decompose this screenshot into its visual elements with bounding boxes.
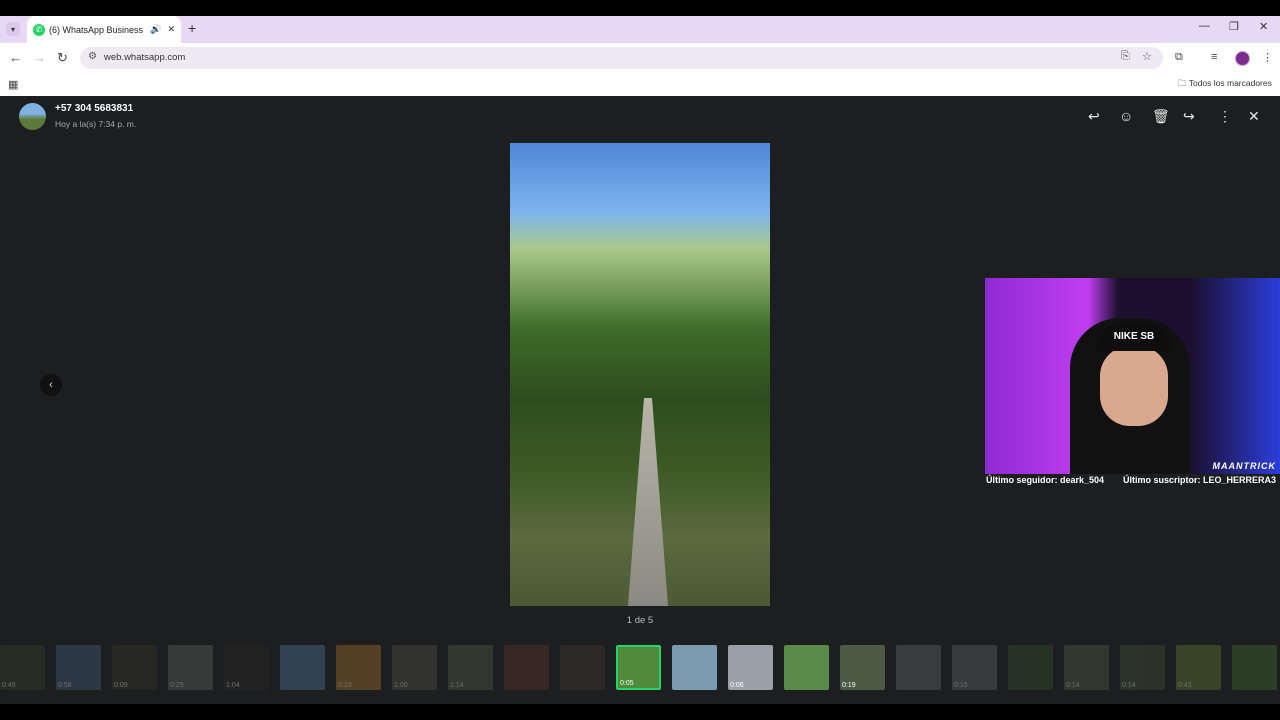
delete-icon[interactable]: 🗑: [1152, 108, 1170, 125]
media-thumbnail[interactable]: 0:43: [1176, 645, 1221, 690]
extensions-icon[interactable]: ⧉: [1175, 51, 1183, 64]
media-thumbnail[interactable]: 0:23: [336, 645, 381, 690]
address-bar[interactable]: ⚙ web.whatsapp.com ⎘ ☆: [80, 47, 1163, 69]
minimize-icon[interactable]: —: [1199, 20, 1210, 32]
media-counter: 1 de 5: [626, 615, 654, 626]
restore-icon[interactable]: ❐: [1229, 20, 1239, 33]
media-thumbnail[interactable]: 0:05: [616, 645, 661, 690]
message-timestamp: Hoy a la(s) 7:34 p. m.: [55, 119, 137, 129]
all-bookmarks[interactable]: 🗀 Todos los marcadores: [1178, 78, 1272, 92]
media-thumbnail[interactable]: 0:19: [840, 645, 885, 690]
thumbnail-duration: 1:00: [394, 682, 408, 689]
site-info-icon[interactable]: ⚙: [88, 51, 97, 62]
thumbnail-duration: 1:04: [226, 682, 240, 689]
speaker-icon[interactable]: 🔊: [150, 24, 161, 35]
media-thumbnail[interactable]: 1:04: [224, 645, 269, 690]
profile-avatar[interactable]: [1235, 51, 1250, 66]
url-text[interactable]: web.whatsapp.com: [104, 52, 185, 63]
thumbnail-duration: 0:15: [954, 682, 968, 689]
thumbnail-duration: 0:29: [170, 682, 184, 689]
bookmarks-label: Todos los marcadores: [1188, 78, 1272, 88]
forward-icon[interactable]: →: [33, 50, 46, 65]
reply-icon[interactable]: ↩: [1088, 108, 1100, 125]
media-thumbnail[interactable]: [672, 645, 717, 690]
browser-tab-strip: ▾ ✆ (6) WhatsApp Business 🔊 ✕ + — ❐ ✕: [0, 16, 1280, 43]
thumbnail-duration: 0:05: [620, 680, 634, 687]
thumbnail-duration: 0:23: [338, 682, 352, 689]
thumbnail-duration: 0:06: [730, 682, 744, 689]
streamer-face: [1100, 346, 1168, 426]
media-thumbnail[interactable]: 0:06: [728, 645, 773, 690]
bookmarks-bar: ▦ 🗀 Todos los marcadores: [0, 73, 1280, 96]
screen-bottom-bar: [0, 704, 1280, 720]
avatar[interactable]: [19, 103, 46, 130]
whatsapp-icon: ✆: [33, 23, 45, 36]
media-thumbnail[interactable]: 0:14: [1120, 645, 1165, 690]
close-icon[interactable]: ✕: [1248, 108, 1260, 125]
stream-stats: Último seguidor: deark_504 Último suscri…: [985, 474, 1280, 488]
close-window-icon[interactable]: ✕: [1259, 20, 1268, 33]
thumbnail-duration: 1:14: [450, 682, 464, 689]
thumbnail-duration: 0:49: [2, 682, 16, 689]
cap-logo: NIKE SB: [1097, 323, 1171, 351]
thumbnail-duration: 0:09: [114, 682, 128, 689]
last-follower: Último seguidor: deark_504: [986, 475, 1105, 485]
reload-icon[interactable]: ↻: [57, 50, 68, 66]
media-thumbnail[interactable]: [1008, 645, 1053, 690]
webcam-overlay: NIKE SB MAANTRICK: [985, 278, 1280, 474]
media-thumbnail[interactable]: [280, 645, 325, 690]
trail-shape: [628, 398, 668, 606]
folder-icon: 🗀: [1178, 78, 1189, 88]
screen-top-bar: [0, 0, 1280, 16]
media-thumbnail[interactable]: 1:00: [392, 645, 437, 690]
tab-search-button[interactable]: ▾: [6, 22, 20, 36]
previous-media-button[interactable]: ‹: [40, 374, 62, 396]
media-thumbnail[interactable]: [896, 645, 941, 690]
new-tab-button[interactable]: +: [188, 20, 196, 36]
stream-brand: MAANTRICK: [1212, 461, 1276, 471]
back-icon[interactable]: ←: [9, 50, 22, 65]
thumbnail-duration: 0:14: [1122, 682, 1136, 689]
forward-icon[interactable]: ↪: [1183, 108, 1195, 125]
apps-grid-icon[interactable]: ▦: [8, 78, 18, 91]
media-thumbnail[interactable]: 0:14: [1064, 645, 1109, 690]
media-image[interactable]: [510, 143, 770, 606]
media-thumbnail[interactable]: [1232, 645, 1277, 690]
browser-toolbar: ← → ↻ ⚙ web.whatsapp.com ⎘ ☆ ⧉ ≡ ⋮: [0, 43, 1280, 73]
media-thumbnail[interactable]: 0:58: [56, 645, 101, 690]
menu-icon[interactable]: ⋮: [1218, 108, 1232, 125]
bookmark-star-icon[interactable]: ☆: [1142, 50, 1152, 63]
thumbnail-duration: 0:43: [1178, 682, 1192, 689]
media-thumbnail[interactable]: 0:49: [0, 645, 45, 690]
contact-name: +57 304 5683831: [55, 103, 134, 114]
media-thumbnail[interactable]: [784, 645, 829, 690]
browser-menu-icon[interactable]: ⋮: [1262, 51, 1273, 64]
tab-title: (6) WhatsApp Business: [49, 24, 144, 35]
media-thumbnail[interactable]: [504, 645, 549, 690]
media-thumbnail[interactable]: [560, 645, 605, 690]
media-thumbnail[interactable]: 0:09: [112, 645, 157, 690]
media-thumbnail[interactable]: 1:14: [448, 645, 493, 690]
media-thumbnail[interactable]: 0:15: [952, 645, 997, 690]
close-tab-icon[interactable]: ✕: [167, 24, 175, 35]
emoji-icon[interactable]: ☺: [1119, 108, 1133, 124]
media-thumbnail[interactable]: 0:29: [168, 645, 213, 690]
media-control-icon[interactable]: ≡: [1211, 51, 1217, 63]
thumbnail-duration: 0:14: [1066, 682, 1080, 689]
thumbnail-duration: 0:58: [58, 682, 72, 689]
last-subscriber: Último suscriptor: LEO_HERRERA3: [1123, 475, 1277, 485]
install-app-icon[interactable]: ⎘: [1121, 50, 1130, 63]
thumbnail-duration: 0:19: [842, 682, 856, 689]
thumbnail-strip: 0:49 0:58 0:09 0:29 1:04 0:23 1:00 1:14 0:05 0:06…: [0, 640, 1280, 696]
media-viewer: +57 304 5683831 Hoy a la(s) 7:34 p. m. ↩…: [0, 96, 1280, 704]
browser-tab[interactable]: ✆ (6) WhatsApp Business 🔊 ✕: [27, 16, 181, 43]
